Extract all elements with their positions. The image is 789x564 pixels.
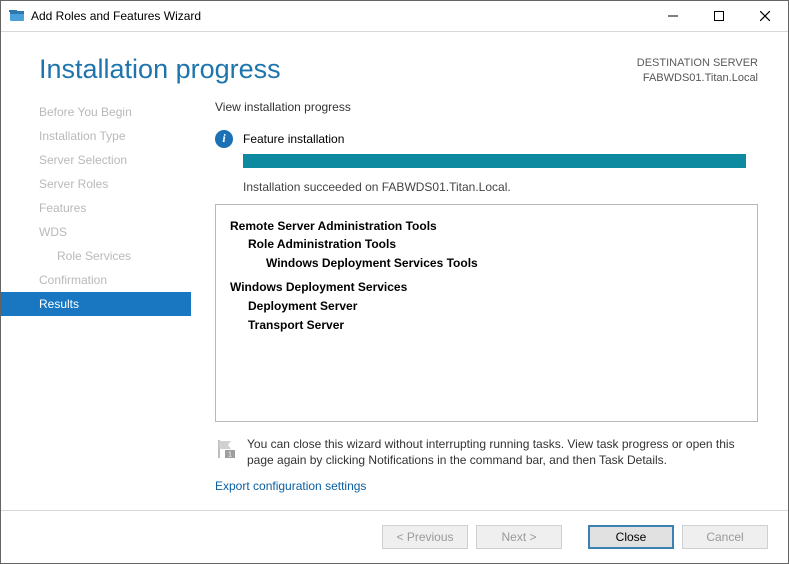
close-window-button[interactable] bbox=[742, 1, 788, 31]
app-icon bbox=[9, 8, 25, 24]
tree-item: Windows Deployment Services Tools bbox=[230, 254, 743, 273]
nav-wds: WDS bbox=[1, 220, 191, 244]
feature-label: Feature installation bbox=[243, 132, 344, 146]
cancel-button: Cancel bbox=[682, 525, 768, 549]
minimize-button[interactable] bbox=[650, 1, 696, 31]
maximize-button[interactable] bbox=[696, 1, 742, 31]
body: Before You Begin Installation Type Serve… bbox=[1, 92, 788, 510]
nav-before-you-begin: Before You Begin bbox=[1, 100, 191, 124]
footer: < Previous Next > Close Cancel bbox=[1, 510, 788, 563]
page-title: Installation progress bbox=[39, 54, 637, 85]
results-box: Remote Server Administration Tools Role … bbox=[215, 204, 758, 422]
flag-icon: 1 bbox=[215, 438, 237, 460]
nav-features: Features bbox=[1, 196, 191, 220]
tree-item: Transport Server bbox=[230, 316, 743, 335]
progress-bar bbox=[243, 154, 746, 168]
tree-item: Deployment Server bbox=[230, 297, 743, 316]
window-title: Add Roles and Features Wizard bbox=[31, 9, 201, 23]
info-note: 1 You can close this wizard without inte… bbox=[215, 436, 758, 470]
wizard-nav: Before You Begin Installation Type Serve… bbox=[1, 92, 191, 510]
feature-row: i Feature installation bbox=[215, 130, 758, 148]
svg-text:1: 1 bbox=[228, 451, 232, 458]
info-icon: i bbox=[215, 130, 233, 148]
tree-item: Remote Server Administration Tools bbox=[230, 217, 743, 236]
nav-role-services: Role Services bbox=[1, 244, 191, 268]
tree-item: Windows Deployment Services bbox=[230, 278, 743, 297]
destination-server: DESTINATION SERVER FABWDS01.Titan.Local bbox=[637, 56, 758, 86]
nav-results[interactable]: Results bbox=[1, 292, 191, 316]
tree-item: Role Administration Tools bbox=[230, 235, 743, 254]
nav-installation-type: Installation Type bbox=[1, 124, 191, 148]
destination-value: FABWDS01.Titan.Local bbox=[637, 71, 758, 86]
note-text: You can close this wizard without interr… bbox=[247, 436, 758, 470]
main-panel: View installation progress i Feature ins… bbox=[191, 92, 788, 510]
nav-server-selection: Server Selection bbox=[1, 148, 191, 172]
nav-confirmation: Confirmation bbox=[1, 268, 191, 292]
destination-label: DESTINATION SERVER bbox=[637, 56, 758, 71]
header: Installation progress DESTINATION SERVER… bbox=[1, 32, 788, 92]
export-config-link[interactable]: Export configuration settings bbox=[215, 479, 758, 493]
wizard-window: Add Roles and Features Wizard Installati… bbox=[0, 0, 789, 564]
main-caption: View installation progress bbox=[215, 100, 758, 114]
previous-button: < Previous bbox=[382, 525, 468, 549]
titlebar: Add Roles and Features Wizard bbox=[1, 1, 788, 32]
next-button: Next > bbox=[476, 525, 562, 549]
nav-server-roles: Server Roles bbox=[1, 172, 191, 196]
status-line: Installation succeeded on FABWDS01.Titan… bbox=[243, 180, 758, 194]
close-button[interactable]: Close bbox=[588, 525, 674, 549]
